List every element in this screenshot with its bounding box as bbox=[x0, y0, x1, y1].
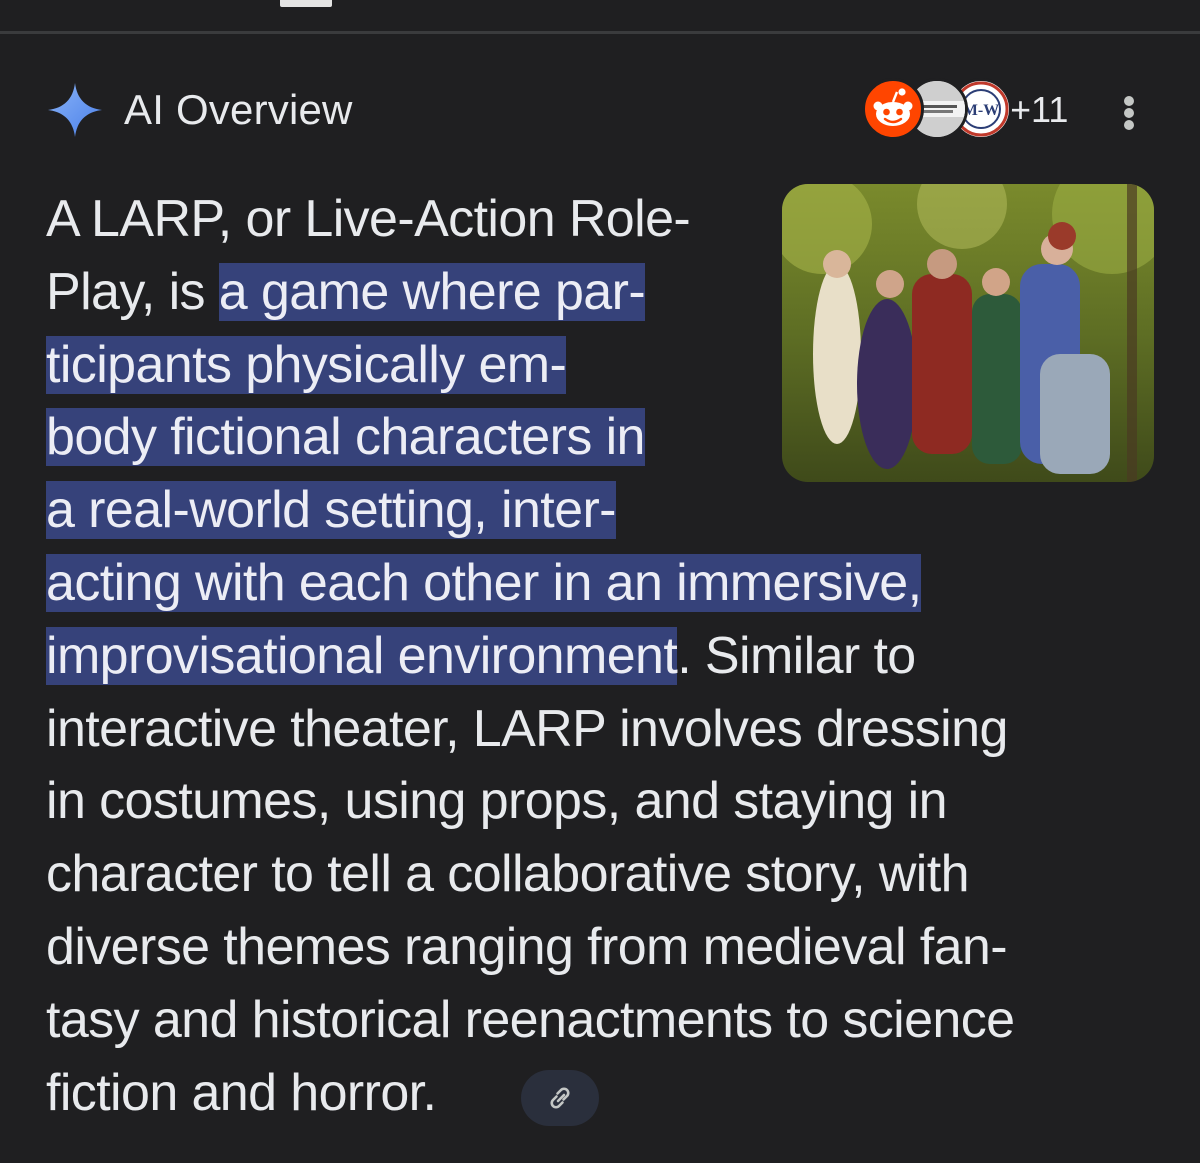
answer-line: tasy and historical reenactments to scie… bbox=[46, 990, 1015, 1049]
answer-line: improvisational environment. Similar to bbox=[46, 620, 1014, 693]
mw-logo-text: M-W bbox=[963, 102, 999, 119]
more-options-icon[interactable] bbox=[1110, 88, 1150, 136]
ai-overview-page: AI Overview M-W +11 A LARP, or Live-Acti… bbox=[0, 0, 1200, 1163]
more-sources-count[interactable]: +11 bbox=[1010, 88, 1068, 132]
highlighted-definition: a real-world setting, inter- bbox=[46, 481, 616, 540]
ai-overview-answer: A LARP, or Live-Action Role- Play, is a … bbox=[46, 183, 1015, 1129]
answer-line: diverse themes ranging from medieval fan… bbox=[46, 917, 1008, 976]
answer-line: A LARP, or Live-Action Role- bbox=[46, 190, 691, 248]
answer-line: Play, is a game where par- bbox=[46, 256, 1014, 329]
highlighted-definition: ticipants physically em- bbox=[46, 335, 567, 394]
answer-line: in costumes, using props, and staying in bbox=[46, 772, 948, 831]
link-icon bbox=[550, 1087, 570, 1109]
reddit-icon[interactable] bbox=[862, 78, 924, 140]
highlighted-definition: improvisational environment bbox=[46, 626, 678, 685]
answer-line: a real-world setting, inter- bbox=[46, 474, 1014, 547]
answer-line: acting with each other in an immersive, bbox=[46, 547, 1014, 620]
answer-text: . Similar to bbox=[677, 626, 916, 685]
source-link-button[interactable] bbox=[521, 1070, 599, 1126]
top-bar bbox=[0, 0, 1200, 32]
highlighted-definition: a game where par- bbox=[218, 262, 646, 321]
source-avatars[interactable]: M-W bbox=[862, 78, 1012, 142]
highlighted-definition: acting with each other in an immersive, bbox=[46, 553, 922, 612]
answer-line: character to tell a collaborative story,… bbox=[46, 845, 969, 904]
answer-line: interactive theater, LARP involves dress… bbox=[46, 699, 1008, 758]
ai-overview-title: AI Overview bbox=[124, 86, 353, 133]
answer-text: Play, is bbox=[46, 262, 219, 321]
answer-line: ticipants physically em- bbox=[46, 329, 1014, 402]
divider bbox=[0, 31, 1200, 34]
highlighted-definition: body fictional characters in bbox=[46, 408, 645, 467]
sparkle-icon bbox=[48, 83, 102, 137]
active-tab-indicator bbox=[280, 0, 332, 7]
answer-line: body fictional characters in bbox=[46, 401, 1014, 474]
